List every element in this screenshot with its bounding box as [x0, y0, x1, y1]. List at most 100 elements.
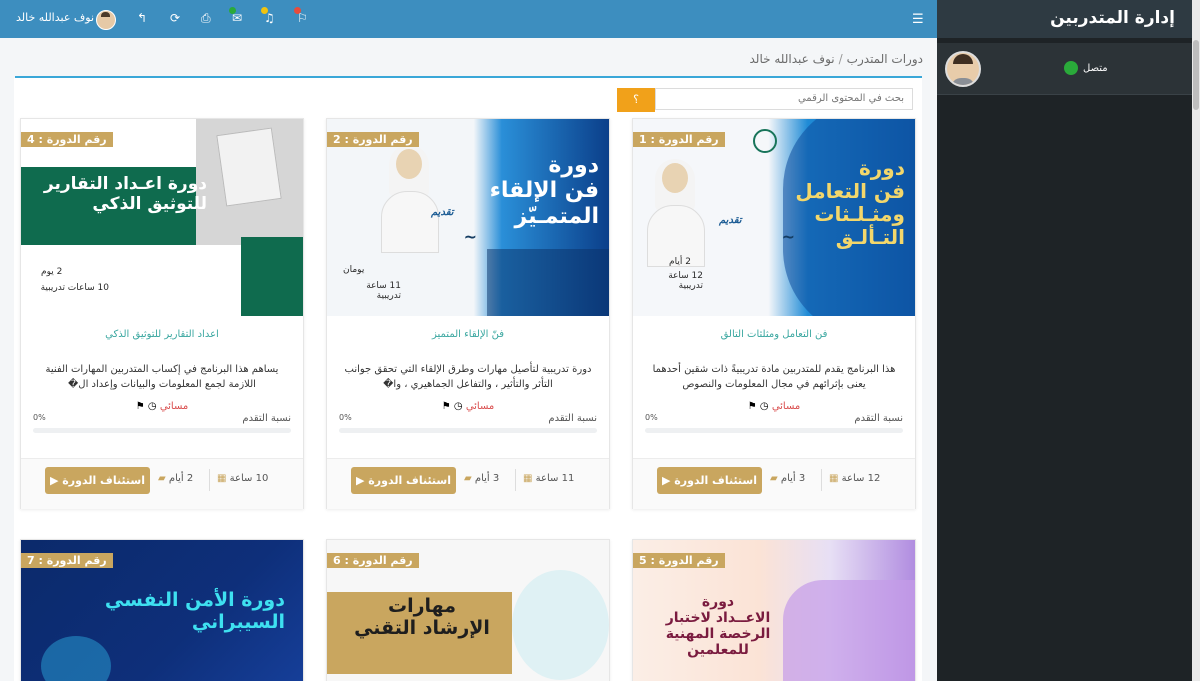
main-content: دورات المتدرب /نوف عبدالله خالد ؟ دورة فن… — [0, 38, 937, 681]
course-days-2: 3 أيام ▰ — [464, 473, 500, 484]
course-meta-2: مسائي ◷ ⚑ — [327, 401, 609, 412]
course-card-5: دورة الاعــداد لاختبار الرخصة المهنية لل… — [632, 539, 916, 681]
course-hours-2: 11 ساعة ▦ — [523, 473, 575, 484]
progress-percent-3: 0% — [33, 413, 46, 422]
course-image-presenter-1: تقديم — [719, 215, 742, 226]
progress-label-3: نسبة التقدم — [242, 413, 291, 424]
course-image-title-2: دورة فن الإلقاء المتمـيّز — [489, 153, 599, 229]
breadcrumb-item-courses[interactable]: دورات المتدرب — [847, 52, 923, 66]
scrollbar-thumb[interactable] — [1193, 40, 1199, 110]
play-icon: ▶ — [49, 474, 59, 487]
breadcrumb-separator: / — [838, 52, 843, 66]
reply-icon[interactable]: ↰ — [137, 11, 147, 25]
course-description-3: يساهم هذا البرنامج في إكساب المتدربين ال… — [45, 364, 279, 390]
course-title-1[interactable]: فن التعامل ومثلثات التالق — [633, 329, 915, 340]
progress-percent-2: 0% — [339, 413, 352, 422]
course-description-1: هذا البرنامج يقدم للمتدربين مادة تدريبية… — [652, 364, 896, 390]
progress-percent-1: 0% — [645, 413, 658, 422]
course-image-presenter-2: تقديم — [431, 207, 454, 218]
course-card-2: دورة فن الإلقاء المتمـيّز تقديم ~ يومان … — [326, 118, 610, 509]
avatar[interactable] — [945, 51, 981, 87]
play-icon: ▶ — [355, 474, 365, 487]
course-meta-1: مسائي ◷ ⚑ — [633, 401, 915, 412]
footer-divider — [821, 469, 822, 491]
progress-bar-3 — [33, 428, 291, 433]
play-icon: ▶ — [661, 474, 671, 487]
footer-divider — [515, 469, 516, 491]
resume-course-button-3[interactable]: استئناف الدورة ▶ — [45, 467, 150, 494]
course-image-5[interactable]: دورة الاعــداد لاختبار الرخصة المهنية لل… — [633, 540, 915, 681]
inbox-badge — [229, 7, 236, 14]
breadcrumb: دورات المتدرب /نوف عبدالله خالد — [750, 52, 924, 66]
avatar[interactable] — [96, 10, 116, 30]
refresh-icon[interactable]: ⟳ — [170, 11, 180, 25]
progress-bar-1 — [645, 428, 903, 433]
course-period-3: مسائي — [159, 401, 189, 412]
course-footer-3: استئناف الدورة ▶ 2 أيام ▰ 10 ساعة ▦ — [21, 458, 303, 509]
course-title-3[interactable]: اعداد التقارير للتوثيق الذكي — [21, 329, 303, 340]
course-number-badge-2: رقم الدورة : 2 — [327, 132, 419, 147]
online-status-icon — [1064, 61, 1078, 75]
course-card-1: دورة فن التعامل ومثـلـثات التـألـق تقديم… — [632, 118, 916, 509]
course-image-title-3: دورة اعـداد التقارير للتوثيق الذكي — [43, 174, 207, 214]
course-meta-3: مسائي ◷ ⚑ — [21, 401, 303, 412]
calendar-icon: ▦ — [217, 473, 227, 484]
course-number-badge-5: رقم الدورة : 5 — [633, 553, 725, 568]
course-card-3: دورة اعـداد التقارير للتوثيق الذكي 2 يوم… — [20, 118, 304, 509]
course-days-1: 3 أيام ▰ — [770, 473, 806, 484]
sidebar-title[interactable]: إدارة المتدربين — [1050, 8, 1175, 28]
course-image-stat-days-1: 2 أيام — [669, 257, 691, 267]
course-hours-3: 10 ساعة ▦ — [217, 473, 269, 484]
clock-icon: ◷ — [147, 401, 157, 412]
course-image-stat-hours-3: 10 ساعات تدريبية — [40, 283, 109, 293]
course-footer-1: استئناف الدورة ▶ 3 أيام ▰ 12 ساعة ▦ — [633, 458, 915, 509]
progress-label-1: نسبة التقدم — [854, 413, 903, 424]
course-image-stat-days-2: يومان — [343, 265, 365, 275]
breadcrumb-item-user: نوف عبدالله خالد — [749, 52, 835, 66]
presenter-signature-1: ~ — [781, 227, 795, 246]
course-image-title-5: دورة الاعــداد لاختبار الرخصة المهنية لل… — [665, 594, 771, 659]
flag-badge — [294, 7, 301, 14]
calendar-icon: ▦ — [523, 473, 533, 484]
search-box: ؟ — [617, 88, 914, 112]
presenter-signature-2: ~ — [463, 227, 477, 246]
course-image-stat-days-3: 2 يوم — [41, 267, 63, 277]
top-user-name[interactable]: نوف عبدالله خالد — [16, 11, 94, 24]
presenter-photo-1 — [645, 159, 705, 268]
book-icon: ▰ — [158, 473, 166, 484]
course-image-stat-hours-2: 11 ساعة تدريبية — [366, 281, 401, 301]
hamburger-icon[interactable]: ☰ — [912, 12, 924, 27]
sidebar: إدارة المتدربين متصل — [937, 0, 1192, 681]
progress-bar-2 — [339, 428, 597, 433]
flag-icon: ⚑ — [747, 401, 757, 412]
search-button[interactable]: ؟ — [617, 88, 655, 112]
course-card-7: دورة الأمن النفسي السيبراني رقم الدورة :… — [20, 539, 304, 681]
course-card-6: مهارات الإرشاد التقني رقم الدورة : 6 — [326, 539, 610, 681]
resume-course-button-2[interactable]: استئناف الدورة ▶ — [351, 467, 456, 494]
top-bar: ☰ نوف عبدالله خالد ↰ ⟳ ⎙ ✉ ♫ ⚐ — [0, 0, 937, 38]
course-period-2: مسائي — [465, 401, 495, 412]
online-status-label: متصل — [1083, 63, 1108, 74]
course-image-1[interactable]: دورة فن التعامل ومثـلـثات التـألـق تقديم… — [633, 119, 915, 316]
sidebar-header: إدارة المتدربين — [937, 0, 1192, 38]
course-number-badge-7: رقم الدورة : 7 — [21, 553, 113, 568]
sidebar-user-panel: متصل — [937, 43, 1192, 94]
course-period-1: مسائي — [771, 401, 801, 412]
clock-icon: ◷ — [759, 401, 769, 412]
flag-icon: ⚑ — [441, 401, 451, 412]
resume-course-button-1[interactable]: استئناف الدورة ▶ — [657, 467, 762, 494]
footer-divider — [209, 469, 210, 491]
course-image-3[interactable]: دورة اعـداد التقارير للتوثيق الذكي 2 يوم… — [21, 119, 303, 316]
book-icon: ▰ — [464, 473, 472, 484]
course-footer-2: استئناف الدورة ▶ 3 أيام ▰ 11 ساعة ▦ — [327, 458, 609, 509]
course-image-6[interactable]: مهارات الإرشاد التقني رقم الدورة : 6 — [327, 540, 609, 681]
clock-icon: ◷ — [453, 401, 463, 412]
course-image-2[interactable]: دورة فن الإلقاء المتمـيّز تقديم ~ يومان … — [327, 119, 609, 316]
print-icon[interactable]: ⎙ — [201, 11, 211, 25]
course-days-3: 2 أيام ▰ — [158, 473, 194, 484]
course-title-2[interactable]: فنّ الإلقاء المتميز — [327, 329, 609, 340]
course-description-2: دورة تدريبية لتأصيل مهارات وطرق الإلقاء … — [344, 364, 592, 390]
search-input[interactable] — [655, 88, 913, 110]
course-image-7[interactable]: دورة الأمن النفسي السيبراني رقم الدورة :… — [21, 540, 303, 681]
flag-icon: ⚑ — [135, 401, 145, 412]
